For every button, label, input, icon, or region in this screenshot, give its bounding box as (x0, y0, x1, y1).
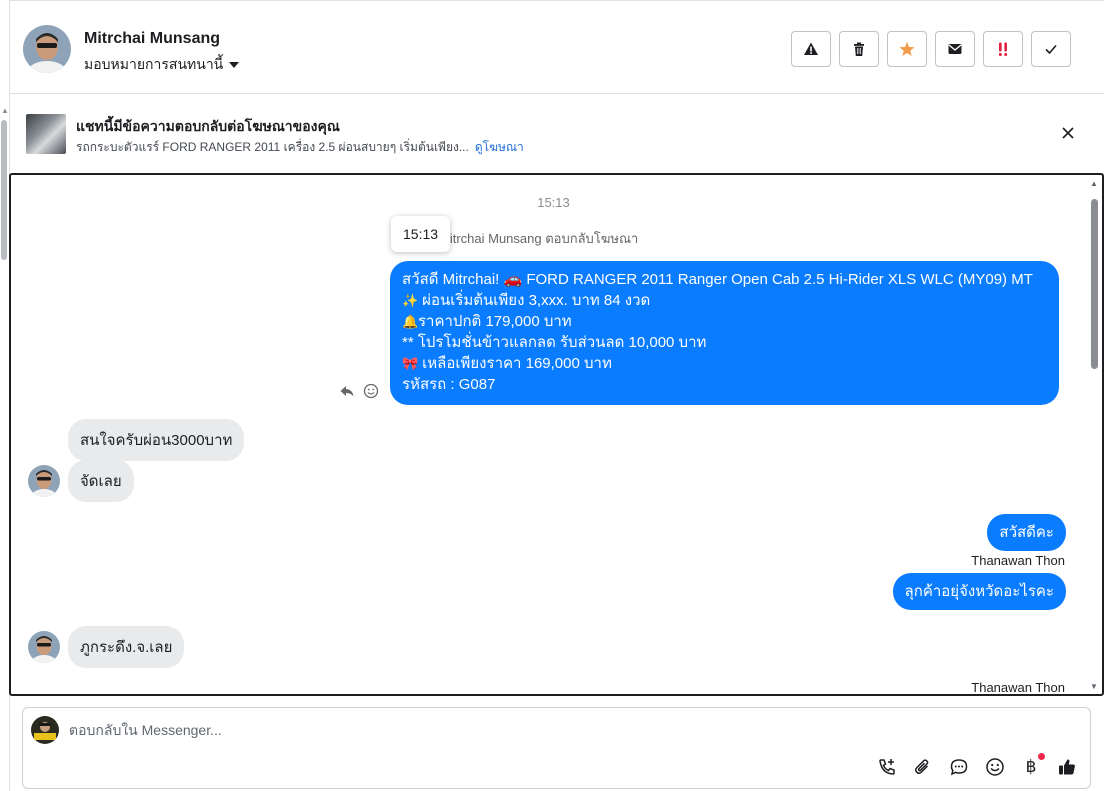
ad-message-line: สวัสดี Mitrchai! 🚗 FORD RANGER 2011 Rang… (402, 271, 1033, 288)
scroll-down-arrow-icon[interactable]: ▼ (1090, 682, 1098, 691)
conversation-header: Mitrchai Munsang มอบหมายการสนทนานี้ (10, 0, 1104, 94)
ribbon-icon: 🎀 (402, 356, 419, 371)
close-icon[interactable] (1060, 125, 1076, 141)
incoming-message[interactable]: ภูกระดึง.จ.เลย (68, 626, 185, 668)
reply-input[interactable] (69, 722, 969, 738)
ad-message-bubble[interactable]: สวัสดี Mitrchai! 🚗 FORD RANGER 2011 Rang… (390, 261, 1059, 405)
saved-reply-icon (950, 759, 968, 776)
mark-unread-button[interactable] (935, 31, 975, 67)
incoming-message[interactable]: จัดเลย (68, 460, 134, 502)
thumbs-up-icon (1059, 759, 1075, 775)
emoji-button[interactable] (984, 756, 1006, 778)
react-smiley-icon[interactable] (363, 383, 379, 399)
ad-message-line: ✨ ผ่อนเริ่มต้นเพียง 3,xxx. บาท 84 งวด (402, 292, 651, 309)
view-ad-link[interactable]: ดูโฆษณา (475, 140, 524, 154)
time-tooltip: 15:13 (391, 216, 451, 252)
ad-message-line: 🎀 เหลือเพียงราคา 169,000 บาท (402, 355, 612, 372)
composer-tools: ฿ (876, 753, 1078, 778)
warning-icon (804, 42, 818, 55)
star-icon (899, 42, 915, 56)
scroll-up-arrow-icon[interactable]: ▲ (1090, 179, 1098, 188)
call-add-icon (879, 759, 895, 775)
header-actions (791, 31, 1071, 67)
check-icon (1045, 44, 1057, 55)
sender-name: Thanawan Thon (971, 680, 1065, 695)
ad-thumbnail[interactable] (26, 114, 66, 154)
ad-description: รถกระบะตัวแรร์ FORD RANGER 2011 เครื่อง … (76, 140, 469, 154)
baht-icon: ฿ (1025, 757, 1037, 777)
mark-done-button[interactable] (1031, 31, 1071, 67)
scrollbar-thumb[interactable] (1091, 199, 1098, 369)
priority-button[interactable] (983, 31, 1023, 67)
contact-avatar-small[interactable] (28, 631, 60, 663)
outgoing-message[interactable]: ลุกค้าอยุ่จังหวัดอะไรคะ (892, 573, 1066, 610)
replied-to-ad-label: Mitrchai Munsang ตอบกลับโฆษณา (439, 231, 639, 246)
payment-button[interactable]: ฿ (1020, 753, 1045, 778)
message-thread[interactable]: 15:13 15:13 Mitrchai Munsang ตอบกลับโฆษณ… (9, 173, 1104, 696)
scrollbar-thumb[interactable] (1, 120, 7, 260)
thread-scrollbar[interactable]: ▲ ▼ (1088, 179, 1100, 691)
assign-label: มอบหมายการสนทนานี้ (84, 56, 224, 72)
scroll-up-arrow-icon[interactable]: ▲ (1, 106, 9, 115)
bell-icon: 🔔 (402, 314, 419, 329)
reply-icon[interactable] (339, 383, 355, 399)
incoming-message[interactable]: สนใจครับผ่อน3000บาท (68, 419, 245, 461)
emoji-icon (986, 758, 1004, 776)
message-actions (339, 383, 379, 399)
contact-avatar-small[interactable] (28, 465, 60, 497)
ad-message-line: ** โปรโมชั่นข้าวแลกลด รับส่วนลด 10,000 บ… (402, 334, 707, 351)
report-button[interactable] (791, 31, 831, 67)
ad-banner-subtitle: รถกระบะตัวแรร์ FORD RANGER 2011 เครื่อง … (76, 138, 524, 157)
ad-reply-banner: แชทนี้มีข้อความตอบกลับต่อโฆษณาของคุณ รถก… (10, 95, 1104, 173)
star-button[interactable] (887, 31, 927, 67)
contact-name: Mitrchai Munsang (84, 30, 221, 47)
sender-name: Thanawan Thon (971, 553, 1065, 568)
message-composer: ฿ (22, 707, 1091, 789)
trash-icon (854, 42, 864, 56)
ad-message-line: รหัสรถ : G087 (402, 376, 496, 393)
ad-message-line: 🔔ราคาปกติ 179,000 บาท (402, 313, 572, 330)
contact-avatar[interactable] (23, 25, 71, 73)
notification-dot (1038, 753, 1045, 760)
assign-conversation-dropdown[interactable]: มอบหมายการสนทนานี้ (84, 54, 240, 76)
page-avatar (31, 716, 59, 744)
envelope-icon (948, 44, 962, 54)
ad-banner-title: แชทนี้มีข้อความตอบกลับต่อโฆษณาของคุณ (76, 118, 340, 134)
attachment-icon (914, 759, 929, 775)
saved-replies-button[interactable] (948, 756, 970, 778)
priority-icon (998, 42, 1008, 56)
caret-down-icon (229, 62, 240, 68)
call-button[interactable] (876, 756, 898, 778)
like-button[interactable] (1056, 756, 1078, 778)
outgoing-message[interactable]: สวัสดีคะ (987, 514, 1066, 551)
thread-timestamp: 15:13 (537, 195, 570, 210)
attach-button[interactable] (912, 756, 934, 778)
delete-button[interactable] (839, 31, 879, 67)
sparkles-icon: ✨ (402, 293, 419, 308)
